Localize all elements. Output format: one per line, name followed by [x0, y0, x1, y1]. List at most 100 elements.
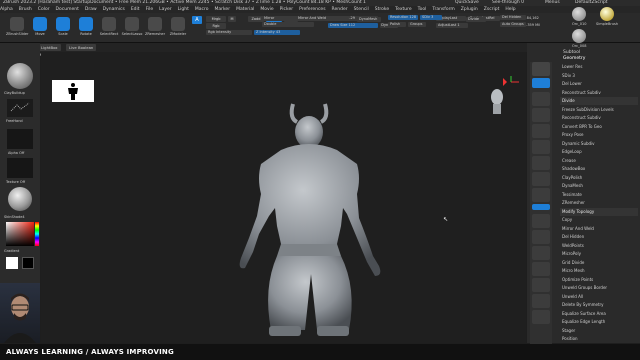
double-button[interactable]: Double	[262, 22, 314, 27]
menu-render[interactable]: Render	[332, 7, 348, 12]
menu-tool[interactable]: Tool	[418, 7, 427, 12]
subtool-header[interactable]: Subtool	[563, 50, 580, 55]
menu-material[interactable]: Material	[236, 7, 254, 12]
menu-transform[interactable]: Transform	[432, 7, 454, 12]
geometry-item-dynamic-subdiv[interactable]: Dynamic Subdiv	[560, 140, 638, 148]
geometry-item-del-lower[interactable]: Del Lower	[560, 80, 638, 88]
tool-zmodeler[interactable]: ZModeler	[167, 15, 189, 41]
transp-button[interactable]	[532, 294, 550, 308]
geometry-item-dynamesh[interactable]: DynaMesh	[560, 182, 638, 190]
tab-live-boolean[interactable]: Live Boolean	[66, 44, 97, 51]
local-button[interactable]	[532, 188, 550, 202]
geometry-item-tessimate[interactable]: Tessimate	[560, 191, 638, 199]
demon-character-model[interactable]	[211, 98, 411, 338]
geometry-item-freeze-subdivision-levels[interactable]: Freeze SubDivision Levels	[560, 106, 638, 114]
tool-selectlasso[interactable]: SelectLasso	[121, 15, 143, 41]
menu-preferences[interactable]: Preferences	[299, 7, 325, 12]
polish-slider[interactable]: Polish	[388, 22, 406, 27]
geometry-item-copy[interactable]: Copy	[560, 216, 638, 224]
geometry-item-grid-divide[interactable]: Grid Divide	[560, 259, 638, 267]
geometry-item-reconstruct-subdiv[interactable]: Reconstruct Subdiv	[560, 114, 638, 122]
tool-zremesher[interactable]: ZRemesher	[144, 15, 166, 41]
menu-movie[interactable]: Movie	[260, 7, 273, 12]
brush-thumbnail[interactable]	[7, 63, 33, 89]
tab-lightbox[interactable]: LightBox	[38, 44, 61, 51]
brush-orc008-thumbnail[interactable]	[572, 29, 586, 43]
groups-button[interactable]: Groups	[408, 22, 426, 27]
del-hidden-button[interactable]: Del Hidden	[500, 15, 526, 20]
sdiv-slider[interactable]: SDiv 3	[420, 15, 442, 20]
xyz-button[interactable]	[532, 204, 550, 210]
navigation-head-gizmo[interactable]	[489, 88, 505, 116]
geometry-item-weldpoints[interactable]: WeldPoints	[560, 242, 638, 250]
actual-button[interactable]	[532, 124, 550, 138]
menu-help[interactable]: Help	[505, 7, 515, 12]
geometry-item-divide[interactable]: Divide	[560, 97, 638, 105]
mrgb-button[interactable]: Mrgb	[206, 16, 226, 22]
geometry-item-stager[interactable]: Stager	[560, 327, 638, 335]
geometry-header[interactable]: Geometry	[563, 56, 585, 61]
menu-texture[interactable]: Texture	[395, 7, 411, 12]
geometry-item-unweld-groups-border[interactable]: Unweld Groups Border	[560, 284, 638, 292]
geometry-item-unweld-all[interactable]: Unweld All	[560, 293, 638, 301]
menu-brush[interactable]: Brush	[19, 7, 32, 12]
color-picker[interactable]	[6, 222, 34, 246]
spix-button[interactable]	[532, 78, 550, 88]
geometry-item-reconstruct-subdiv[interactable]: Reconstruct Subdiv	[560, 89, 638, 97]
rotate-view-button[interactable]	[532, 262, 550, 276]
alpha-thumbnail[interactable]	[7, 129, 33, 149]
geometry-item-optimize-points[interactable]: Optimize Points	[560, 276, 638, 284]
menu-document[interactable]: Document	[56, 7, 79, 12]
menu-color[interactable]: Color	[38, 7, 50, 12]
geometry-item-position[interactable]: Position	[560, 335, 638, 343]
geometry-item-del-hidden[interactable]: Del Hidden	[560, 233, 638, 241]
hue-slider[interactable]	[35, 222, 39, 246]
tool-move[interactable]: Move	[29, 15, 51, 41]
geometry-item-sdiv-3[interactable]: SDiv 3	[560, 72, 638, 80]
menu-picker[interactable]: Picker	[280, 7, 293, 12]
polyf-button[interactable]	[532, 278, 550, 292]
navigation-thumbnail[interactable]	[52, 80, 94, 102]
geometry-item-equalize-surface-area[interactable]: Equalize Surface Area	[560, 310, 638, 318]
geometry-item-modify-topology[interactable]: Modify Topology	[560, 207, 638, 216]
texture-thumbnail[interactable]	[7, 158, 33, 178]
menu-stencil[interactable]: Stencil	[354, 7, 369, 12]
geometry-item-delete-by-symmetry[interactable]: Delete By Symmetry	[560, 301, 638, 309]
menu-light[interactable]: Light	[178, 7, 189, 12]
geometry-item-micropoly[interactable]: MicroPoly	[560, 250, 638, 258]
z-intensity-slider[interactable]: Z Intensity 43	[254, 30, 300, 35]
zoom3d-button[interactable]	[532, 246, 550, 260]
menu-macro[interactable]: Macro	[195, 7, 209, 12]
menu-marker[interactable]: Marker	[215, 7, 231, 12]
menu-layer[interactable]: Layer	[159, 7, 172, 12]
auto-groups-button[interactable]: Auto Groups	[500, 22, 526, 27]
menu-stroke[interactable]: Stroke	[375, 7, 389, 12]
rgb-intensity-slider[interactable]: Rgb Intensity	[206, 30, 252, 35]
stroke-thumbnail[interactable]	[7, 99, 33, 117]
floor-button[interactable]	[532, 172, 550, 186]
a-button[interactable]: A	[192, 16, 202, 24]
move-view-button[interactable]	[532, 230, 550, 244]
menu-draw[interactable]: Draw	[85, 7, 97, 12]
geometry-item-equalize-edge-length[interactable]: Equalize Edge Length	[560, 318, 638, 326]
menu-file[interactable]: File	[146, 7, 154, 12]
menu-dynamics[interactable]: Dynamics	[103, 7, 125, 12]
frame-button[interactable]	[532, 214, 550, 228]
divide-button[interactable]: Divide	[466, 17, 486, 22]
brush-simple-thumbnail[interactable]	[600, 7, 614, 21]
geometry-item-lower-res[interactable]: Lower Res	[560, 63, 638, 71]
persp-button[interactable]	[532, 156, 550, 170]
geometry-item-shadowbox[interactable]: ShadowBox	[560, 165, 638, 173]
geometry-item-zremesher[interactable]: ZRemesher	[560, 199, 638, 207]
menu-zscript[interactable]: Zscript	[484, 7, 500, 12]
menu-zplugin[interactable]: Zplugin	[461, 7, 478, 12]
secondary-color-swatch[interactable]	[22, 257, 34, 269]
scroll-button[interactable]	[532, 92, 550, 106]
tool-scale[interactable]: Scale	[52, 15, 74, 41]
geometry-item-crease[interactable]: Crease	[560, 157, 638, 165]
main-color-swatch[interactable]	[6, 257, 18, 269]
menu-edit[interactable]: Edit	[131, 7, 140, 12]
geometry-item-proxy-pose[interactable]: Proxy Pose	[560, 131, 638, 139]
rgb-button[interactable]: Rgb	[206, 23, 226, 29]
zoom-button[interactable]	[532, 108, 550, 122]
